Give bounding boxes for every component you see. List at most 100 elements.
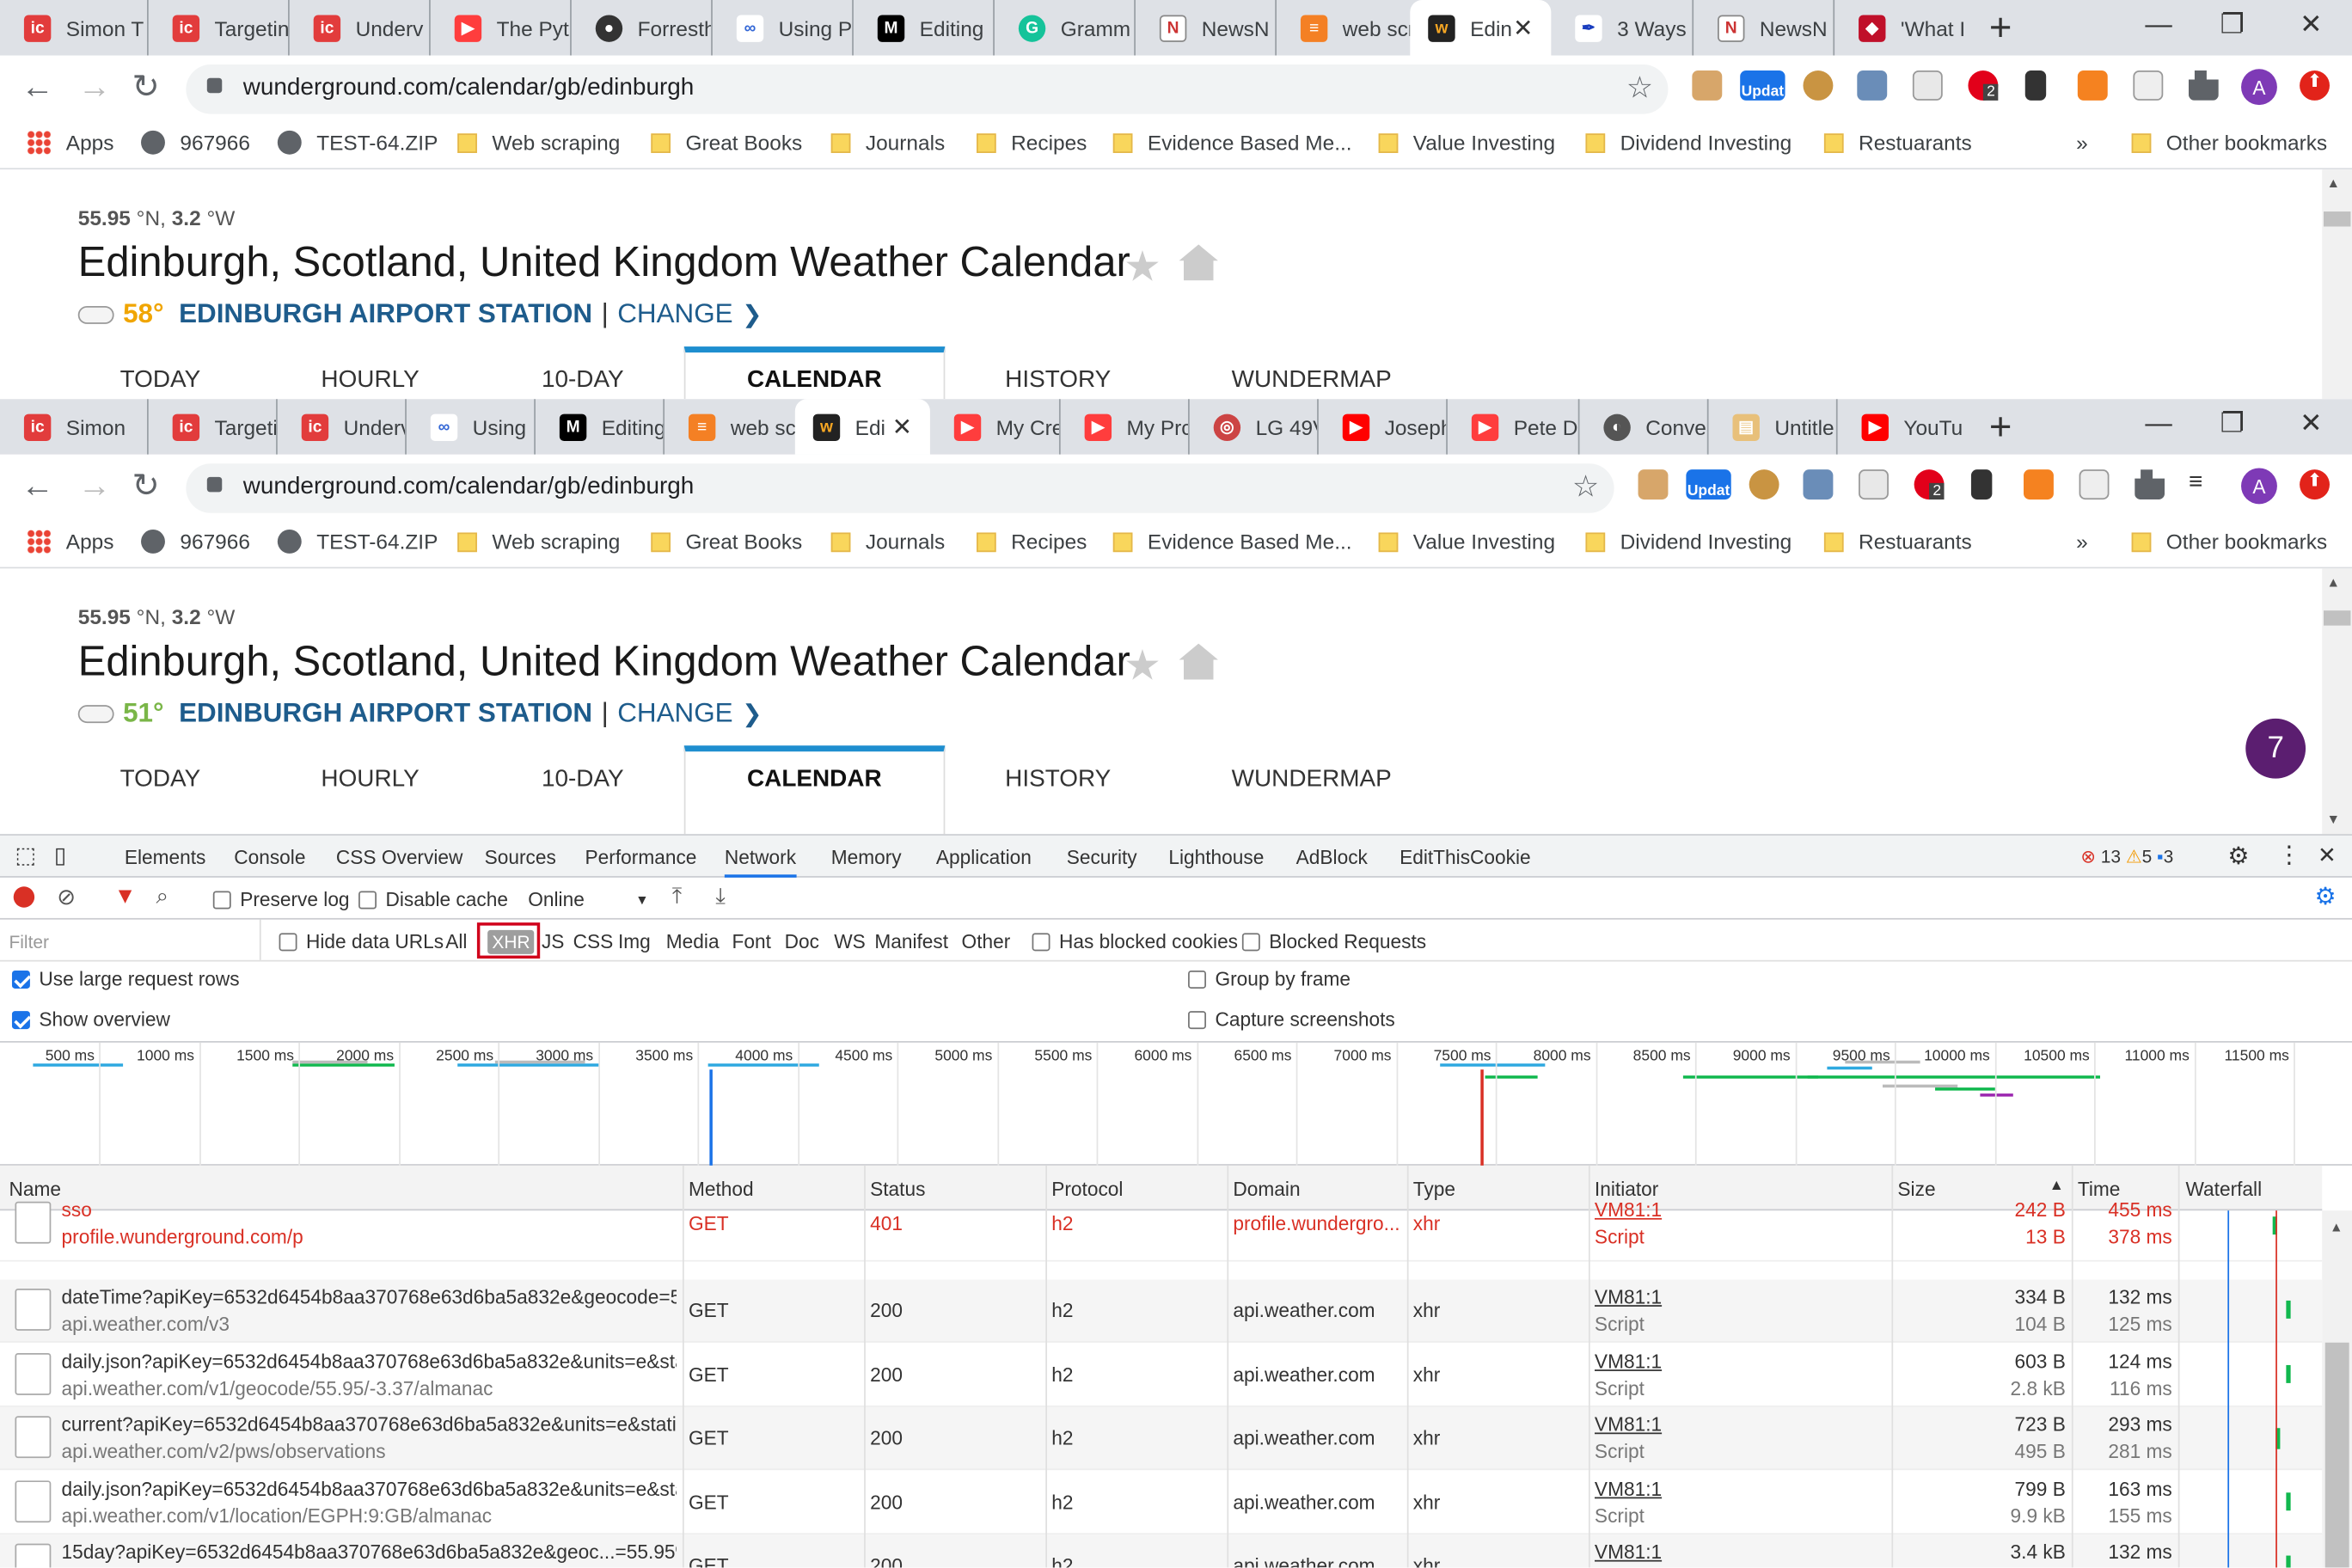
type-filter-font[interactable]: Font bbox=[732, 930, 771, 952]
column-domain[interactable]: Domain bbox=[1233, 1178, 1300, 1200]
other-bookmarks[interactable]: Other bookmarks bbox=[2131, 131, 2327, 155]
station-name[interactable]: EDINBURGH AIRPORT STATION bbox=[179, 697, 592, 729]
inspect-element-icon[interactable]: ⬚ bbox=[15, 842, 36, 869]
tab-10-day[interactable]: 10-DAY bbox=[542, 767, 624, 793]
home-icon[interactable] bbox=[1179, 244, 1218, 281]
browser-tab[interactable]: M Editing bbox=[534, 399, 663, 455]
browser-tab[interactable]: ic Simon T bbox=[0, 0, 147, 56]
browser-tab-active[interactable]: w Edi ✕ bbox=[794, 399, 930, 455]
browser-tab[interactable]: ≡ web sc bbox=[663, 399, 795, 455]
table-row[interactable]: dateTime?apiKey=6532d6454b8aa370768e63d6… bbox=[0, 1280, 2323, 1344]
bookmark-star-icon[interactable]: ☆ bbox=[1626, 69, 1653, 107]
type-filter-css[interactable]: CSS bbox=[573, 930, 614, 952]
tab-network[interactable]: Network bbox=[724, 846, 797, 878]
request-initiator[interactable]: VM81:1 bbox=[1595, 1198, 1662, 1221]
change-station-link[interactable]: CHANGE bbox=[617, 697, 732, 729]
tab-css-overview[interactable]: CSS Overview bbox=[336, 846, 463, 868]
type-filter-xhr[interactable]: XHR bbox=[487, 929, 535, 954]
import-har-icon[interactable]: ⤒ bbox=[672, 884, 683, 910]
browser-tab[interactable]: ◆ 'What I bbox=[1833, 0, 1968, 56]
export-har-icon[interactable]: ⤓ bbox=[715, 884, 726, 910]
tab-sources[interactable]: Sources bbox=[485, 846, 556, 868]
browser-tab[interactable]: ▶ YouTu bbox=[1835, 399, 1971, 455]
filter-input[interactable]: Filter bbox=[0, 919, 261, 960]
notes-icon[interactable] bbox=[1912, 70, 1943, 101]
chevron-down-icon[interactable]: ❯ bbox=[742, 299, 762, 329]
hide-data-urls-checkbox[interactable]: Hide data URLs bbox=[279, 930, 444, 952]
puzzle-icon[interactable] bbox=[2135, 469, 2165, 500]
bookmark-item[interactable]: Journals bbox=[830, 530, 945, 554]
extension-icon[interactable] bbox=[1638, 469, 1669, 500]
type-filter-ws[interactable]: WS bbox=[834, 930, 866, 952]
notes-icon[interactable] bbox=[1859, 469, 1889, 500]
station-name[interactable]: EDINBURGH AIRPORT STATION bbox=[179, 298, 592, 330]
restore-icon[interactable]: ❐ bbox=[2220, 408, 2245, 440]
browser-tab[interactable]: ic Underv bbox=[288, 0, 429, 56]
request-initiator[interactable]: VM81:1 bbox=[1595, 1477, 1662, 1499]
browser-tab[interactable]: ◐ Conve bbox=[1577, 399, 1707, 455]
throttle-select[interactable]: Online ▼ bbox=[528, 888, 648, 910]
type-filter-img[interactable]: Img bbox=[618, 930, 651, 952]
show-overview-checkbox[interactable]: Show overview bbox=[11, 1008, 170, 1031]
tab-wundermap[interactable]: WUNDERMAP bbox=[1232, 368, 1392, 395]
browser-tab[interactable]: ▶ Joseph bbox=[1317, 399, 1446, 455]
column-status[interactable]: Status bbox=[870, 1178, 925, 1200]
bookmark-item[interactable]: Recipes bbox=[976, 131, 1087, 155]
tab-today[interactable]: TODAY bbox=[120, 368, 201, 395]
record-icon[interactable] bbox=[13, 886, 35, 908]
table-row[interactable]: daily.json?apiKey=6532d6454b8aa370768e63… bbox=[0, 1471, 2323, 1534]
tab-hourly[interactable]: HOURLY bbox=[321, 368, 419, 395]
column-initiator[interactable]: Initiator bbox=[1595, 1178, 1658, 1200]
clear-icon[interactable]: ⊘ bbox=[57, 884, 76, 911]
other-bookmarks[interactable]: Other bookmarks bbox=[2131, 530, 2327, 554]
type-filter-other[interactable]: Other bbox=[962, 930, 1011, 952]
tab-adblock[interactable]: AdBlock bbox=[1296, 846, 1368, 868]
bookmark-item[interactable]: Journals bbox=[830, 131, 945, 155]
tab-calendar[interactable]: CALENDAR bbox=[747, 767, 882, 793]
home-icon[interactable] bbox=[1179, 643, 1218, 680]
browser-tab[interactable]: ▶ The Pyt bbox=[429, 0, 570, 56]
bookmark-item[interactable]: 967966 bbox=[141, 529, 250, 554]
tab-history[interactable]: HISTORY bbox=[1005, 368, 1111, 395]
browser-tab[interactable]: ≡ web scr bbox=[1275, 0, 1410, 56]
profile-avatar[interactable]: A bbox=[2241, 69, 2277, 106]
preserve-log-checkbox[interactable]: Preserve log bbox=[212, 888, 350, 910]
new-tab-icon[interactable]: + bbox=[1989, 403, 2012, 450]
new-tab-icon[interactable]: + bbox=[1989, 4, 2012, 51]
opera-badge-icon[interactable]: 2 bbox=[1914, 469, 1945, 500]
tab-application[interactable]: Application bbox=[936, 846, 1032, 868]
browser-tab-active[interactable]: w Edin ✕ bbox=[1410, 0, 1552, 56]
bookmark-star-icon[interactable]: ☆ bbox=[1572, 468, 1599, 505]
extension-icon[interactable] bbox=[1803, 469, 1834, 500]
browser-tab[interactable]: G Gramm bbox=[993, 0, 1134, 56]
type-filter-media[interactable]: Media bbox=[666, 930, 720, 952]
tab-calendar[interactable]: CALENDAR bbox=[747, 368, 882, 395]
tab-hourly[interactable]: HOURLY bbox=[321, 767, 419, 793]
table-row[interactable]: sso profile.wunderground.com/p GET 401 h2 pro… bbox=[0, 1198, 2323, 1262]
table-row[interactable]: 15day?apiKey=6532d6454b8aa370768e63d6ba5… bbox=[0, 1534, 2323, 1568]
favorite-star-icon[interactable]: ★ bbox=[1124, 242, 1161, 291]
column-time[interactable]: Time bbox=[2078, 1178, 2121, 1200]
update-extension-icon[interactable]: Updat bbox=[1740, 70, 1785, 101]
tab-history[interactable]: HISTORY bbox=[1005, 767, 1111, 793]
close-tab-icon[interactable]: ✕ bbox=[1513, 14, 1533, 44]
settings-gear-icon[interactable]: ⚙ bbox=[2227, 842, 2249, 872]
type-filter-all[interactable]: All bbox=[445, 930, 467, 952]
column-protocol[interactable]: Protocol bbox=[1051, 1178, 1123, 1200]
bookmark-item[interactable]: Web scraping bbox=[457, 530, 620, 554]
sort-ascending-icon[interactable]: ▲ bbox=[2049, 1178, 2064, 1194]
type-filter-js[interactable]: JS bbox=[542, 930, 564, 952]
tab-elements[interactable]: Elements bbox=[125, 846, 206, 868]
issue-counts[interactable]: ⊗ 13 ⚠5 ▪3 bbox=[2080, 846, 2173, 867]
type-filter-manifest[interactable]: Manifest bbox=[874, 930, 948, 952]
opera-badge-icon[interactable]: 2 bbox=[1968, 70, 1999, 101]
profile-avatar[interactable]: A bbox=[2241, 468, 2277, 505]
bookmark-apps[interactable]: Apps bbox=[27, 130, 113, 155]
tab-editthiscookie[interactable]: EditThisCookie bbox=[1400, 846, 1531, 868]
tab-security[interactable]: Security bbox=[1067, 846, 1137, 868]
tab-today[interactable]: TODAY bbox=[120, 767, 201, 793]
browser-tab[interactable]: ic Targeti bbox=[147, 399, 276, 455]
bookmark-item[interactable]: TEST-64.ZIP bbox=[277, 529, 438, 554]
more-options-icon[interactable]: ⋮ bbox=[2277, 840, 2301, 870]
page-scrollbar[interactable]: ▲ bbox=[2322, 169, 2352, 400]
